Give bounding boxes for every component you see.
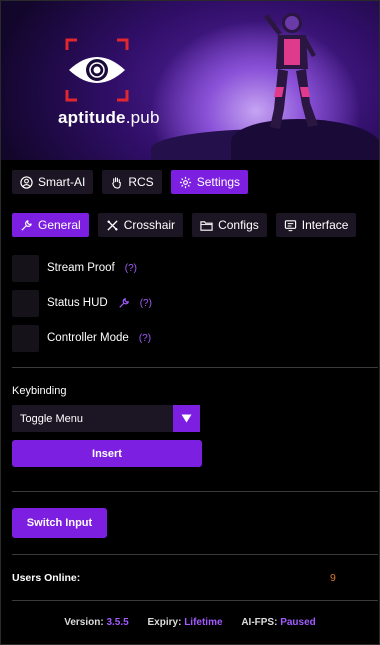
wrench-icon	[21, 219, 32, 231]
status-hud-option: Status HUD (?)	[12, 289, 152, 317]
keybinding-select[interactable]: Toggle Menu	[12, 405, 200, 432]
divider	[12, 600, 378, 601]
monitor-icon	[284, 219, 296, 231]
status-hud-checkbox[interactable]	[12, 289, 39, 317]
stream-proof-checkbox[interactable]	[12, 254, 39, 282]
users-online-count: 9	[330, 572, 336, 584]
divider	[12, 367, 378, 368]
controller-mode-checkbox[interactable]	[12, 324, 39, 352]
divider	[12, 554, 378, 555]
tab-label: Crosshair	[123, 218, 176, 232]
tab-smart-ai[interactable]: Smart-AI	[12, 170, 94, 194]
stream-proof-option: Stream Proof (?)	[12, 254, 137, 282]
tab-crosshair[interactable]: Crosshair	[97, 213, 184, 237]
stream-proof-help[interactable]: (?)	[125, 263, 137, 274]
eye-logo-icon	[65, 38, 129, 102]
tab-rcs[interactable]: RCS	[102, 170, 162, 194]
status-footer: Version: 3.5.5 Expiry: Lifetime AI-FPS: …	[0, 617, 380, 628]
keybinding-selected: Toggle Menu	[20, 412, 83, 425]
tab-interface[interactable]: Interface	[275, 213, 357, 237]
controller-mode-label: Controller Mode	[47, 332, 129, 344]
tab-label: RCS	[128, 175, 154, 189]
controller-mode-help[interactable]: (?)	[139, 333, 151, 344]
gear-icon	[179, 176, 191, 188]
tab-label: General	[38, 218, 81, 232]
user-circle-icon	[20, 175, 33, 189]
tab-label: Settings	[196, 175, 241, 189]
aifps-info: AI-FPS: Paused	[241, 617, 316, 628]
wrench-icon[interactable]	[118, 297, 130, 309]
brand-name: aptitude.pub	[58, 108, 160, 127]
folder-icon	[200, 220, 213, 231]
status-hud-label: Status HUD	[47, 297, 108, 309]
hand-icon	[112, 176, 122, 189]
switch-input-button[interactable]: Switch Input	[12, 508, 107, 538]
tab-label: Smart-AI	[38, 175, 86, 189]
header-banner: aptitude.pub	[1, 1, 379, 160]
version-info: Version: 3.5.5	[64, 617, 129, 628]
users-online-label: Users Online:	[12, 572, 81, 584]
dropdown-button[interactable]	[173, 405, 200, 432]
divider	[12, 491, 378, 492]
controller-mode-option: Controller Mode (?)	[12, 324, 151, 352]
crosshair-icon	[107, 219, 118, 231]
insert-key-button[interactable]: Insert	[12, 440, 202, 467]
astronaut-illustration	[264, 13, 318, 129]
tab-label: Configs	[218, 218, 259, 232]
tab-configs[interactable]: Configs	[192, 213, 267, 237]
main-tabs: Smart-AI RCS Settings	[12, 170, 249, 194]
caret-down-icon	[181, 414, 192, 423]
tab-settings[interactable]: Settings	[170, 170, 249, 194]
expiry-info: Expiry: Lifetime	[147, 617, 223, 628]
keybinding-title: Keybinding	[12, 385, 67, 397]
status-hud-help[interactable]: (?)	[140, 298, 152, 309]
stream-proof-label: Stream Proof	[47, 262, 115, 274]
tab-label: Interface	[301, 218, 349, 232]
tab-general[interactable]: General	[12, 213, 89, 237]
settings-subtabs: General Crosshair Configs Interface	[12, 213, 357, 237]
